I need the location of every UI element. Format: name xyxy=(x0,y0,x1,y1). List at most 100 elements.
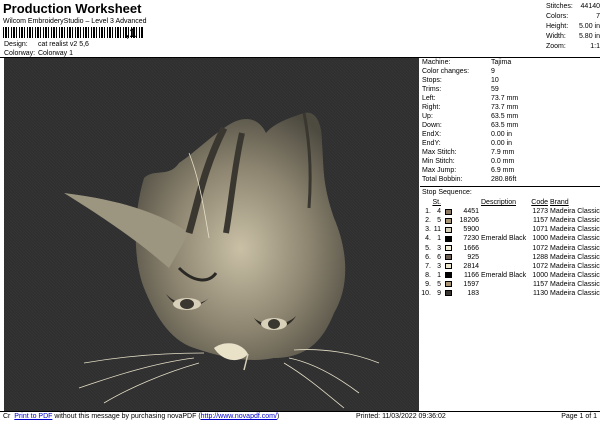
table-header: St. Description Code Brand xyxy=(432,199,569,207)
thread-description: Emerald Black xyxy=(481,235,527,243)
thread-code: 1130 xyxy=(532,289,548,297)
swatch-square xyxy=(444,290,452,297)
info-row: EndY: 0.00 in xyxy=(422,140,513,147)
stop-color-index: 9 xyxy=(437,289,441,297)
thread-code: 1072 xyxy=(532,262,548,270)
swatch-square xyxy=(444,245,452,252)
stop-color-index: 3 xyxy=(437,262,441,270)
footer-prefix: Cr xyxy=(3,413,11,420)
stitch-count: 1166 xyxy=(463,271,479,279)
thread-code: 1157 xyxy=(532,280,548,288)
thread-code: 1072 xyxy=(532,244,548,252)
barcode-suffix: ,1 xyxy=(126,26,137,40)
software-name: Wilcom EmbroideryStudio – Level 3 Advanc… xyxy=(3,18,147,25)
color-swatch xyxy=(441,281,455,288)
stop-number: 9. xyxy=(425,280,431,288)
stitch-count: 18206 xyxy=(459,217,479,225)
info-row: Max Jump: 6.9 mm xyxy=(422,167,515,174)
machine-info-panel: Machine: Tajima Color changes: 9 Stops: 10 … xyxy=(420,58,600,298)
stat-row: Zoom: 1:1 xyxy=(546,43,600,50)
stitch-count: 183 xyxy=(467,289,479,297)
table-row: 1. 4 4451 1273Madeira Classic 40 xyxy=(420,207,600,216)
stat-row: Height: 5.00 in xyxy=(546,23,600,30)
page-title: Production Worksheet xyxy=(3,1,142,16)
thread-brand: Madeira Classic 40 xyxy=(550,271,600,279)
stop-number: 3. xyxy=(425,226,431,234)
thread-description: Emerald Black xyxy=(481,271,527,279)
color-swatch xyxy=(441,254,455,261)
table-row: 6. 6 925 1288Madeira Classic 40 xyxy=(420,253,600,262)
swatch-square xyxy=(444,254,452,261)
stitch-count: 925 xyxy=(467,253,479,261)
thread-code: 1071 xyxy=(532,226,548,234)
table-row: 2. 5 18206 1157Madeira Classic 40 xyxy=(420,216,600,225)
novapdf-link[interactable]: http://www.novapdf.com/ xyxy=(201,413,277,420)
table-row: 9. 5 1597 1157Madeira Classic 40 xyxy=(420,280,600,289)
stop-color-index: 6 xyxy=(437,253,441,261)
barcode xyxy=(3,27,143,38)
table-row: 8. 1 1166 Emerald Black 1000 Madeira Classic … xyxy=(420,271,600,280)
info-row: Color changes: 9 xyxy=(422,68,495,75)
stop-sequence-title: Stop Sequence: xyxy=(422,189,472,196)
color-swatch xyxy=(441,290,455,297)
swatch-square xyxy=(444,208,452,215)
design-name: cat realist v2 5,6 xyxy=(37,41,89,48)
thread-brand: Madeira Classic 40 xyxy=(550,208,600,216)
info-row: Up: 63.5 mm xyxy=(422,113,519,120)
stitch-count: 5900 xyxy=(463,226,479,234)
swatch-square xyxy=(444,226,452,233)
colorway-label: Colorway: xyxy=(4,50,36,57)
stop-number: 8. xyxy=(425,271,431,279)
footer-close: ) xyxy=(276,413,280,420)
design-label: Design: xyxy=(4,41,28,48)
swatch-square xyxy=(444,235,452,242)
info-row: Total Bobbin: 280.86ft xyxy=(422,176,517,183)
info-row: Trims: 59 xyxy=(422,86,499,93)
stop-number: 4. xyxy=(425,235,431,243)
stop-number: 6. xyxy=(425,253,431,261)
swatch-square xyxy=(444,263,452,270)
thread-brand: Madeira Classic 40 xyxy=(550,253,600,261)
stitch-count: 2814 xyxy=(463,262,479,270)
color-swatch xyxy=(441,272,455,279)
swatch-square xyxy=(444,217,452,224)
stitch-count: 4451 xyxy=(463,208,479,216)
table-row: 5. 3 1666 1072Madeira Classic 40 xyxy=(420,243,600,252)
stop-color-index: 3 xyxy=(437,244,441,252)
footer-divider xyxy=(0,411,600,412)
thread-brand: Madeira Classic 40 xyxy=(550,262,600,270)
thread-code: 1000 xyxy=(532,271,548,279)
table-row: 4. 1 7230 Emerald Black 1000 Madeira Classic … xyxy=(420,234,600,243)
stop-number: 2. xyxy=(425,217,431,225)
info-row: Right: 73.7 mm xyxy=(422,104,519,111)
swatch-square xyxy=(444,281,452,288)
info-row: Min Stitch: 0.0 mm xyxy=(422,158,515,165)
stop-number: 10. xyxy=(421,289,431,297)
info-row: EndX: 0.00 in xyxy=(422,131,513,138)
table-row: 7. 3 2814 1072Madeira Classic 40 xyxy=(420,262,600,271)
stat-row: Width: 5.80 in xyxy=(546,33,600,40)
thread-code: 1000 xyxy=(532,235,548,243)
stop-color-index: 4 xyxy=(437,208,441,216)
swatch-square xyxy=(444,272,452,279)
stop-number: 7. xyxy=(425,262,431,270)
print-to-pdf-link[interactable]: Print to PDF xyxy=(14,413,52,420)
stop-sequence-table: St. Description Code Brand 1. 4 4451 1273 Ma… xyxy=(420,198,600,298)
summary-stats: Stitches: 44140 Colors: 7 Height: 5.00 in W… xyxy=(546,2,600,52)
stop-color-index: 1 xyxy=(437,271,441,279)
thread-brand: Madeira Classic 40 xyxy=(550,235,600,243)
page-number: Page 1 of 1 xyxy=(561,413,597,420)
stitch-count: 1666 xyxy=(463,244,479,252)
color-swatch xyxy=(441,217,455,224)
color-swatch xyxy=(441,263,455,270)
thread-brand: Madeira Classic 40 xyxy=(550,289,600,297)
stat-row: Stitches: 44140 xyxy=(546,3,600,10)
info-row: Stops: 10 xyxy=(422,77,499,84)
printed-timestamp: Printed: 11/03/2022 09:36:02 xyxy=(356,413,446,420)
thread-code: 1273 xyxy=(532,208,548,216)
info-row: Down: 63.5 mm xyxy=(422,122,519,129)
color-swatch xyxy=(441,208,455,215)
stop-color-index: 1 xyxy=(437,235,441,243)
design-preview xyxy=(4,58,419,411)
stop-color-index: 5 xyxy=(437,280,441,288)
